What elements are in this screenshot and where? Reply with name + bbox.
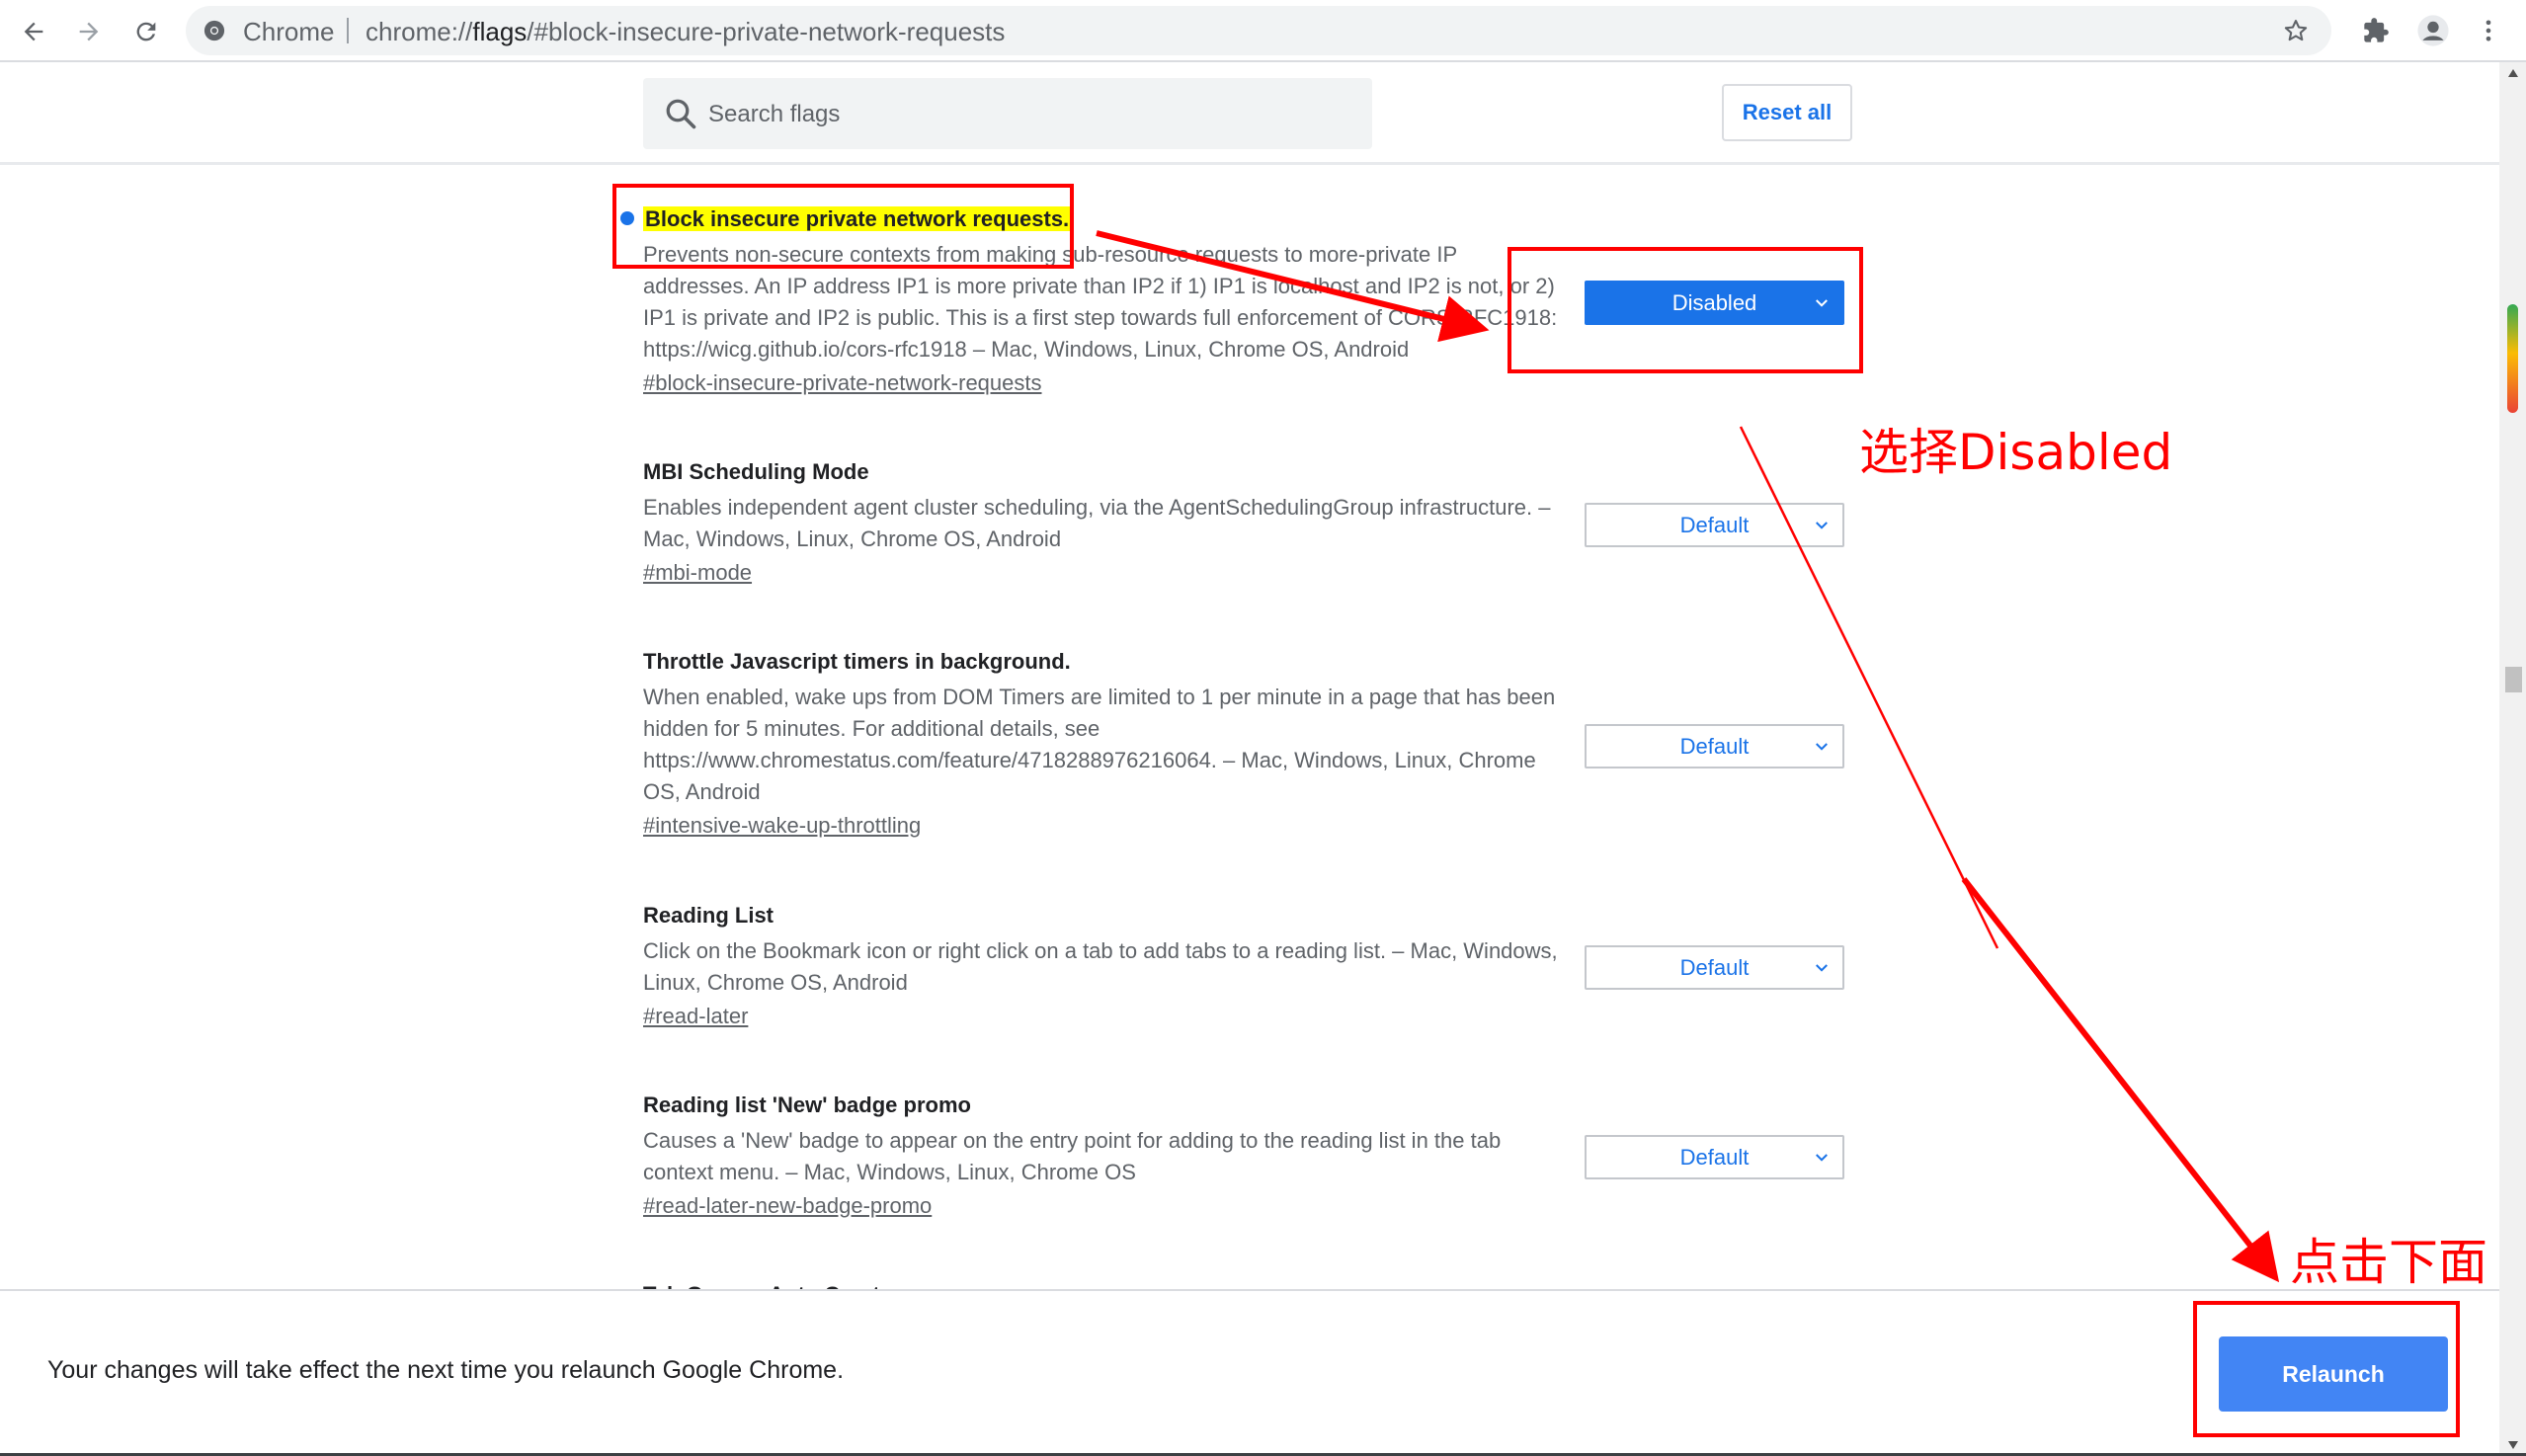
back-arrow-icon [24, 22, 43, 41]
select-value: Default [1679, 512, 1750, 537]
flag-permalink[interactable]: #block-insecure-private-network-requests [643, 369, 1042, 397]
flag-title: Reading List [643, 903, 774, 928]
search-icon [666, 99, 696, 129]
scroll-thumb[interactable] [2505, 667, 2522, 692]
annotation-box-relaunch [2193, 1301, 2460, 1437]
avatar-icon [2417, 15, 2449, 46]
chevron-down-icon [1816, 743, 1828, 751]
chrome-site-icon [204, 20, 225, 41]
flag-permalink[interactable]: #intensive-wake-up-throttling [643, 812, 921, 840]
url-scheme: chrome:// [366, 17, 473, 46]
flag-reading-list-new-badge: Reading list 'New' badge promo Causes a … [643, 1092, 1562, 1220]
select-value: Default [1679, 1144, 1750, 1170]
annotation-text-click-below: 点击下面 [2290, 1234, 2487, 1291]
reload-icon [136, 22, 156, 41]
url-host: flags [472, 17, 528, 46]
url-path: /#block-insecure-private-network-request… [527, 17, 1006, 46]
flag-title: Throttle Javascript timers in background… [643, 649, 1071, 674]
annotation-text-select-disabled: 选择Disabled [1859, 424, 2173, 481]
extensions-button[interactable] [2359, 14, 2393, 47]
flag-description: Click on the Bookmark icon or right clic… [643, 938, 1558, 995]
annotation-box-disabled-select [1507, 247, 1863, 373]
chevron-down-icon [1816, 522, 1828, 529]
site-name: Chrome [243, 17, 335, 46]
search-match-marker [2507, 304, 2518, 413]
profile-button[interactable] [2416, 14, 2450, 47]
flag-permalink[interactable]: #read-later [643, 1003, 748, 1030]
scroll-up-arrow[interactable] [2499, 62, 2526, 84]
menu-button[interactable] [2472, 14, 2505, 47]
relaunch-message: Your changes will take effect the next t… [47, 1356, 845, 1384]
select-value: Default [1679, 733, 1750, 759]
address-separator [347, 18, 349, 43]
flag-throttle-js-timers: Throttle Javascript timers in background… [643, 648, 1562, 840]
flag-select-read-later-badge[interactable]: Default [1585, 1135, 1844, 1179]
flag-description: Enables independent agent cluster schedu… [643, 495, 1551, 551]
url-text[interactable]: chrome://flags/#block-insecure-private-n… [366, 17, 1005, 47]
browser-toolbar: Chrome chrome://flags/#block-insecure-pr… [0, 0, 2526, 62]
search-input[interactable] [706, 92, 1343, 137]
kebab-menu-icon [2485, 20, 2491, 41]
flag-description: When enabled, wake ups from DOM Timers a… [643, 685, 1556, 804]
flag-permalink[interactable]: #read-later-new-badge-promo [643, 1192, 932, 1220]
flag-title: MBI Scheduling Mode [643, 459, 869, 484]
arrow-to-relaunch [1961, 877, 2280, 1283]
bookmark-star-icon[interactable] [2282, 17, 2310, 44]
select-value: Default [1679, 954, 1750, 980]
reload-button[interactable] [124, 10, 168, 53]
flag-permalink[interactable]: #mbi-mode [643, 559, 752, 587]
flag-description: Causes a 'New' badge to appear on the en… [643, 1128, 1502, 1184]
puzzle-icon [2364, 18, 2389, 42]
flag-reading-list: Reading List Click on the Bookmark icon … [643, 902, 1562, 1030]
triangle-down-icon [2507, 1441, 2518, 1449]
forward-button[interactable] [67, 10, 111, 53]
vertical-scrollbar[interactable] [2499, 62, 2526, 1456]
flags-header: Reset all [0, 62, 2499, 165]
triangle-up-icon [2507, 69, 2518, 77]
back-button[interactable] [12, 10, 55, 53]
flag-mbi-scheduling-mode: MBI Scheduling Mode Enables independent … [643, 458, 1562, 587]
flag-select-read-later[interactable]: Default [1585, 945, 1844, 990]
flag-title: Reading list 'New' badge promo [643, 1092, 971, 1117]
search-box[interactable] [643, 78, 1372, 149]
chevron-down-icon [1816, 1154, 1828, 1162]
annotation-box-flag-title [612, 184, 1074, 269]
forward-arrow-icon [79, 22, 99, 41]
flag-select-intensive-wake-up[interactable]: Default [1585, 724, 1844, 768]
flag-select-mbi-mode[interactable]: Default [1585, 503, 1844, 547]
chevron-down-icon [1816, 964, 1828, 972]
reset-all-button[interactable]: Reset all [1722, 84, 1852, 141]
address-bar[interactable]: Chrome chrome://flags/#block-insecure-pr… [186, 6, 2331, 55]
relaunch-bar: Your changes will take effect the next t… [0, 1289, 2499, 1453]
